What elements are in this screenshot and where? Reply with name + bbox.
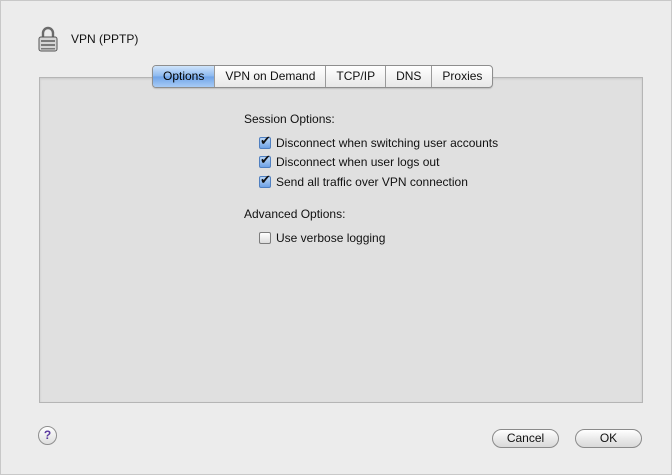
option-disconnect-user-logs-out[interactable]: Disconnect when user logs out <box>259 153 440 170</box>
lock-icon <box>38 26 58 52</box>
tab-proxies[interactable]: Proxies <box>431 66 492 87</box>
tab-bar: Options VPN on Demand TCP/IP DNS Proxies <box>152 65 494 88</box>
option-verbose-logging[interactable]: Use verbose logging <box>259 230 385 246</box>
tab-dns[interactable]: DNS <box>385 66 431 87</box>
help-button[interactable]: ? <box>38 426 57 445</box>
option-disconnect-switching-users[interactable]: Disconnect when switching user accounts <box>259 134 499 151</box>
option-send-all-traffic[interactable]: Send all traffic over VPN connection <box>259 173 468 190</box>
send-all-traffic-checkbox[interactable] <box>259 173 271 188</box>
option-label: Disconnect when switching user accounts <box>276 136 499 150</box>
verbose-logging-checkbox[interactable] <box>259 232 271 244</box>
disconnect-user-logs-out-checkbox[interactable] <box>259 153 271 168</box>
ok-button[interactable]: OK <box>575 429 642 448</box>
tab-tcp-ip[interactable]: TCP/IP <box>325 66 385 87</box>
advanced-options-heading: Advanced Options: <box>244 207 346 221</box>
session-options-heading: Session Options: <box>244 112 335 126</box>
tab-vpn-on-demand[interactable]: VPN on Demand <box>214 66 325 87</box>
option-label: Disconnect when user logs out <box>276 155 440 169</box>
service-title: VPN (PPTP) <box>71 32 139 46</box>
tab-options[interactable]: Options <box>153 66 215 87</box>
option-label: Send all traffic over VPN connection <box>276 175 468 189</box>
option-label: Use verbose logging <box>276 231 386 245</box>
cancel-button[interactable]: Cancel <box>492 429 559 448</box>
vpn-settings-window: VPN (PPTP) Options VPN on Demand TCP/IP … <box>0 0 672 475</box>
disconnect-switching-users-checkbox[interactable] <box>259 134 271 149</box>
